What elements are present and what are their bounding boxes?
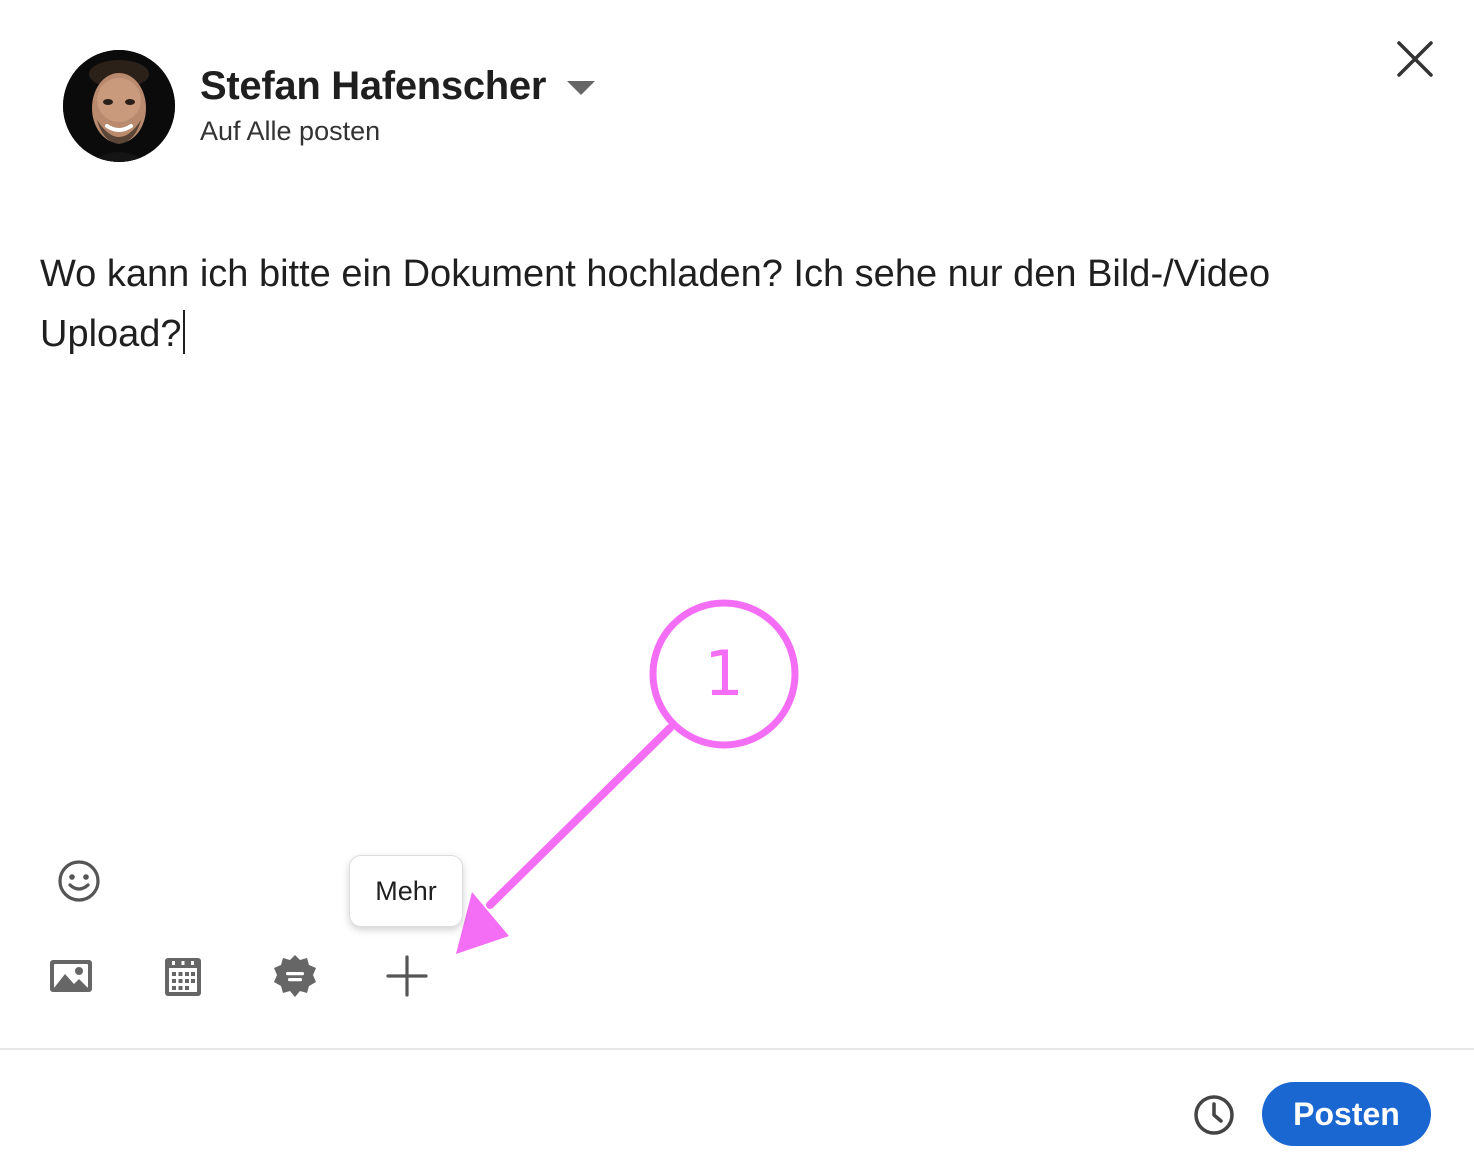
caret-down-icon[interactable]	[566, 80, 596, 96]
post-button[interactable]: Posten	[1262, 1082, 1431, 1146]
tooltip-more: Mehr	[349, 855, 463, 927]
close-icon[interactable]	[1392, 36, 1438, 82]
author-name[interactable]: Stefan Hafenscher	[200, 64, 546, 109]
badge-icon[interactable]	[271, 952, 319, 1000]
avatar	[63, 50, 175, 162]
calendar-icon[interactable]	[159, 952, 207, 1000]
text-cursor	[182, 310, 185, 354]
image-icon[interactable]	[47, 952, 95, 1000]
annotation-number: 1	[704, 637, 744, 710]
tooltip-label: Mehr	[375, 875, 437, 906]
post-composer-dialog: Stefan Hafenscher Auf Alle posten Wo kan…	[0, 0, 1474, 1174]
avatar-portrait-icon	[63, 50, 175, 162]
post-text-editor[interactable]: Wo kann ich bitte ein Dokument hochladen…	[40, 244, 1430, 364]
emoji-icon[interactable]	[56, 858, 102, 904]
footer-divider	[0, 1048, 1474, 1050]
clock-icon[interactable]	[1191, 1092, 1237, 1138]
post-text-line: Wo kann ich bitte ein Dokument hochladen…	[40, 253, 1271, 295]
annotation-overlay	[456, 599, 799, 954]
plus-icon[interactable]	[383, 952, 431, 1000]
audience-selector[interactable]: Auf Alle posten	[200, 116, 380, 147]
post-text-line: Upload?	[40, 313, 182, 355]
